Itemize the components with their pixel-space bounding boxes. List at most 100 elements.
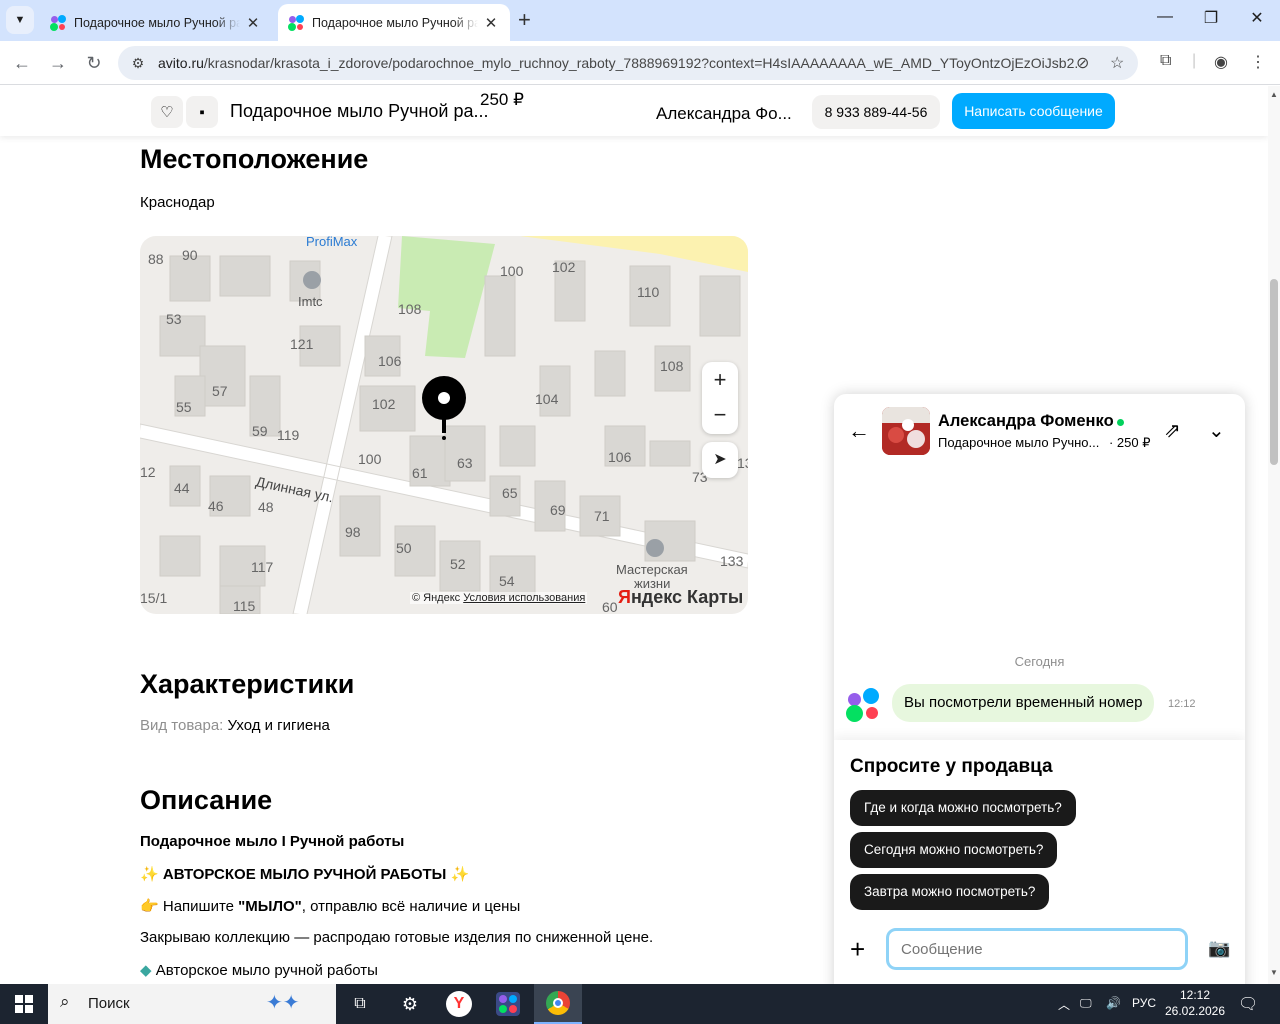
map-poi-profimax: ProfiMax bbox=[306, 236, 358, 249]
tracking-protection-icon[interactable]: ⊘ bbox=[1076, 53, 1089, 73]
bookmark-star-icon[interactable]: ☆ bbox=[1110, 53, 1124, 73]
clock-time: 12:12 bbox=[1179, 988, 1211, 1002]
online-status-dot bbox=[1117, 419, 1124, 426]
map-house-number: 100 bbox=[358, 451, 382, 467]
map-house-number: 61 bbox=[412, 465, 428, 481]
back-button[interactable]: ← bbox=[8, 49, 36, 77]
clock-date: 26.02.2026 bbox=[1164, 1004, 1226, 1018]
map-house-number: 46 bbox=[208, 498, 224, 514]
map-zoom-in-button[interactable]: + bbox=[702, 362, 738, 398]
forward-button[interactable]: → bbox=[44, 49, 72, 77]
tab-title: Подарочное мыло Ручной раб bbox=[312, 15, 478, 30]
sticky-item-title[interactable]: Подарочное мыло Ручной ра... bbox=[230, 101, 488, 122]
map[interactable]: 88 90 53 121 108 100 102 110 106 108 57 55 102 104 59 1… bbox=[140, 236, 748, 614]
taskbar-clock[interactable]: 12:12 26.02.2026 bbox=[1160, 987, 1230, 1019]
sparkles-icon: ✨ bbox=[140, 866, 159, 883]
attach-button[interactable]: + bbox=[850, 936, 865, 962]
item-thumbnail[interactable] bbox=[882, 407, 930, 455]
note-button[interactable]: ▪ bbox=[186, 96, 218, 128]
show-phone-button[interactable]: 8 933 889-44-56 bbox=[812, 95, 940, 129]
heart-icon: ♡ bbox=[160, 104, 174, 121]
site-info-icon[interactable]: ⚙ bbox=[128, 53, 148, 73]
map-house-number: 59 bbox=[252, 423, 268, 439]
quick-reply-button[interactable]: Завтра можно посмотреть? bbox=[850, 874, 1050, 910]
chat-seller-name[interactable]: Александра Фоменко bbox=[938, 412, 1114, 431]
profile-icon[interactable]: ◉ bbox=[1214, 52, 1228, 72]
task-view-icon[interactable]: ⧉ bbox=[338, 984, 382, 1024]
map-poi-icon bbox=[303, 271, 321, 289]
new-tab-button[interactable]: + bbox=[518, 8, 531, 32]
sparkles-icon: ✨ bbox=[450, 866, 470, 883]
restore-button[interactable]: ❐ bbox=[1188, 8, 1234, 28]
close-icon[interactable]: ✕ bbox=[244, 14, 262, 32]
reload-button[interactable]: ↻ bbox=[80, 49, 108, 77]
arrow-left-icon: ← bbox=[848, 418, 870, 443]
map-zoom-out-button[interactable]: − bbox=[702, 398, 738, 434]
sticky-seller-name[interactable]: Александра Фо... bbox=[656, 104, 792, 124]
map-house-number: 98 bbox=[345, 524, 361, 540]
map-house-number: 57 bbox=[212, 383, 228, 399]
minimize-button[interactable]: — bbox=[1142, 8, 1188, 26]
sparkle-highlight-icon: ✦✦ bbox=[266, 992, 300, 1014]
favorite-button[interactable]: ♡ bbox=[151, 96, 183, 128]
network-icon[interactable]: 🖵 bbox=[1080, 996, 1092, 1011]
characteristic-value: Уход и гигиена bbox=[227, 717, 330, 734]
start-button[interactable] bbox=[0, 984, 48, 1024]
ask-seller-heading: Спросите у продавца bbox=[850, 756, 1053, 777]
map-poi-icon bbox=[646, 539, 664, 557]
taskbar-search[interactable]: ⌕ Поиск ✦✦ bbox=[48, 984, 336, 1024]
extensions-icon[interactable]: ⧉ bbox=[1160, 52, 1171, 70]
description-heading: Описание bbox=[140, 785, 273, 815]
yandex-browser-icon[interactable]: Y bbox=[437, 984, 481, 1024]
open-chat-external-button[interactable]: ⇗ bbox=[1164, 418, 1181, 443]
scroll-up-arrow-icon[interactable]: ▲ bbox=[1270, 90, 1278, 99]
map-house-number: 88 bbox=[148, 251, 164, 267]
yandex-maps-logo[interactable]: Яндекс Карты bbox=[618, 587, 743, 608]
quick-reply-button[interactable]: Сегодня можно посмотреть? bbox=[850, 832, 1058, 868]
show-hidden-icons-chevron-icon[interactable]: ︿ bbox=[1058, 996, 1070, 1013]
avito-favicon-icon bbox=[50, 14, 66, 31]
quick-reply-button[interactable]: Где и когда можно посмотреть? bbox=[850, 790, 1076, 826]
description-line-3-post: , отправлю всё наличие и цены bbox=[301, 898, 521, 915]
browser-tab-2[interactable]: Подарочное мыло Ручной раб ✕ bbox=[278, 4, 510, 41]
description-line-3: 👉 Напишите "МЫЛО", отправлю всё наличие … bbox=[140, 897, 520, 915]
map-house-number: 50 bbox=[396, 540, 412, 556]
input-language-indicator[interactable]: РУС bbox=[1132, 996, 1156, 1010]
map-house-number: 102 bbox=[372, 396, 396, 412]
characteristic-label: Вид товара: bbox=[140, 717, 224, 734]
menu-dots-icon[interactable]: ⋮ bbox=[1250, 52, 1266, 72]
scroll-down-arrow-icon[interactable]: ▼ bbox=[1270, 968, 1278, 977]
app-grid-icon[interactable] bbox=[486, 984, 530, 1024]
chrome-taskbar-icon[interactable] bbox=[534, 984, 582, 1024]
search-icon: ⌕ bbox=[60, 992, 70, 1011]
message-input[interactable] bbox=[886, 928, 1188, 970]
chat-date-separator: Сегодня bbox=[1014, 654, 1065, 669]
map-terms-link[interactable]: Условия использования bbox=[463, 592, 585, 604]
page-scrollbar[interactable]: ▲ ▼ bbox=[1268, 86, 1280, 984]
pointing-hand-icon: 👉 bbox=[140, 898, 159, 915]
settings-gear-icon[interactable]: ⚙ bbox=[388, 984, 432, 1024]
browser-tab-1[interactable]: Подарочное мыло Ручной раб ✕ bbox=[40, 4, 272, 41]
chat-item-price: · 250 ₽ bbox=[1108, 435, 1151, 450]
tab-search-button[interactable]: ▼ bbox=[6, 6, 34, 34]
write-message-button[interactable]: Написать сообщение bbox=[952, 93, 1115, 129]
collapse-chat-button[interactable]: ⌄ bbox=[1208, 418, 1225, 443]
chat-item-title: Подарочное мыло Ручно... bbox=[938, 435, 1100, 450]
map-house-number: 100 bbox=[500, 263, 524, 279]
notifications-icon[interactable]: 🗨 bbox=[1238, 994, 1258, 1014]
window-close-button[interactable]: ✕ bbox=[1234, 8, 1280, 28]
browser-tab-strip: ▼ Подарочное мыло Ручной раб ✕ Подарочно… bbox=[0, 0, 1280, 41]
volume-icon[interactable]: 🔊 bbox=[1106, 996, 1121, 1010]
close-icon[interactable]: ✕ bbox=[482, 14, 500, 32]
scrollbar-thumb[interactable] bbox=[1270, 279, 1278, 465]
map-house-number: 13 bbox=[737, 455, 748, 471]
address-bar[interactable]: ⚙ avito.ru/krasnodar/krasota_i_zdorove/p… bbox=[118, 46, 1138, 80]
map-house-number: 108 bbox=[398, 301, 422, 317]
description-line-3-pre: Напишите bbox=[162, 898, 234, 915]
camera-icon[interactable]: 📷 bbox=[1208, 938, 1230, 959]
chat-back-button[interactable]: ← bbox=[848, 418, 870, 444]
map-geolocation-button[interactable]: ➤ bbox=[702, 442, 738, 478]
map-poi-master-1: Мастерская bbox=[616, 562, 688, 577]
characteristics-heading: Характеристики bbox=[140, 669, 355, 699]
arrow-right-icon: → bbox=[49, 52, 67, 73]
